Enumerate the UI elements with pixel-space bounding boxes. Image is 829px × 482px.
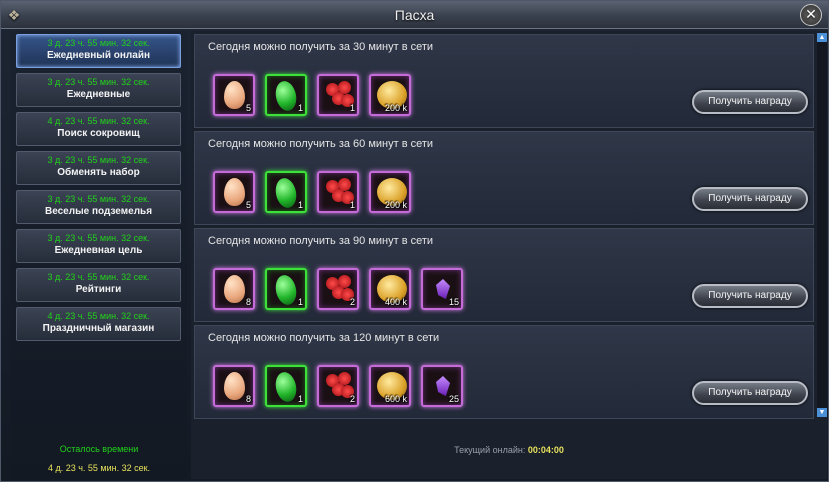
current-online-label: Текущий онлайн: <box>454 445 526 455</box>
event-window: ❖ Пасха ✕ 3 д. 23 ч. 55 мин. 32 сек. Еже… <box>0 0 829 482</box>
item-count: 2 <box>349 394 355 404</box>
crystal-icon <box>436 279 450 299</box>
reward-item-crystal[interactable]: 15 <box>421 268 463 310</box>
reward-row: Сегодня можно получить за 120 минут в се… <box>194 325 814 419</box>
egg-icon <box>224 372 245 400</box>
claim-reward-button[interactable]: Получить награду <box>692 90 808 114</box>
reward-item-egg[interactable]: 8 <box>213 365 255 407</box>
item-count: 1 <box>297 103 303 113</box>
time-remaining-value: 4 д. 23 ч. 55 мин. 32 сек. <box>47 463 151 473</box>
item-count: 2 <box>349 297 355 307</box>
sidebar-item-exchange-set[interactable]: 3 д. 23 ч. 55 мин. 32 сек. Обменять набо… <box>16 151 181 185</box>
reward-item-roses[interactable]: 1 <box>317 74 359 116</box>
item-count: 1 <box>349 200 355 210</box>
window-title: Пасха <box>394 7 435 23</box>
reward-item-emerald[interactable]: 1 <box>265 171 307 213</box>
sidebar-item-label: Праздничный магазин <box>42 323 155 334</box>
reward-item-egg[interactable]: 8 <box>213 268 255 310</box>
reward-row-title: Сегодня можно получить за 90 минут в сет… <box>208 235 434 247</box>
scroll-down-icon[interactable]: ▼ <box>817 408 827 417</box>
reward-item-egg[interactable]: 5 <box>213 171 255 213</box>
current-online-value: 00:04:00 <box>527 445 564 455</box>
item-count: 200 k <box>384 200 407 210</box>
item-count: 8 <box>245 297 251 307</box>
reward-row: Сегодня можно получить за 30 минут в сет… <box>194 34 814 128</box>
claim-reward-button[interactable]: Получить награду <box>692 381 808 405</box>
claim-reward-button[interactable]: Получить награду <box>692 187 808 211</box>
egg-icon <box>224 81 245 109</box>
sidebar-item-label: Веселые подземелья <box>44 206 153 217</box>
reward-item-roses[interactable]: 1 <box>317 171 359 213</box>
sidebar-item-label: Поиск сокровищ <box>57 128 140 139</box>
sidebar-item-label: Рейтинги <box>75 284 122 295</box>
reward-item-roses[interactable]: 2 <box>317 365 359 407</box>
item-count: 1 <box>297 297 303 307</box>
item-count: 1 <box>297 394 303 404</box>
scroll-up-icon[interactable]: ▲ <box>817 33 827 42</box>
item-count: 1 <box>349 103 355 113</box>
rewards-panel: Сегодня можно получить за 30 минут в сет… <box>191 31 827 479</box>
reward-item-egg[interactable]: 5 <box>213 74 255 116</box>
sidebar-item-ratings[interactable]: 3 д. 23 ч. 55 мин. 32 сек. Рейтинги <box>16 268 181 302</box>
reward-item-gold[interactable]: 600 k <box>369 365 411 407</box>
sidebar-item-timer: 4 д. 23 ч. 55 мин. 32 сек. <box>47 311 150 321</box>
sidebar-item-holiday-shop[interactable]: 4 д. 23 ч. 55 мин. 32 сек. Праздничный м… <box>16 307 181 341</box>
time-remaining-label: Осталось времени <box>59 444 139 454</box>
reward-row-title: Сегодня можно получить за 120 минут в се… <box>208 332 440 344</box>
sidebar-item-timer: 3 д. 23 ч. 55 мин. 32 сек. <box>47 77 150 87</box>
item-count: 15 <box>448 297 459 307</box>
emerald-icon <box>273 176 299 210</box>
sidebar-item-fun-dungeons[interactable]: 3 д. 23 ч. 55 мин. 32 сек. Веселые подзе… <box>16 190 181 224</box>
reward-item-roses[interactable]: 2 <box>317 268 359 310</box>
sidebar-item-daily-online[interactable]: 3 д. 23 ч. 55 мин. 32 сек. Ежедневный он… <box>16 34 181 68</box>
ornament-icon: ❖ <box>7 7 21 23</box>
egg-icon <box>224 178 245 206</box>
claim-reward-button[interactable]: Получить награду <box>692 284 808 308</box>
sidebar-item-daily-goal[interactable]: 3 д. 23 ч. 55 мин. 32 сек. Ежедневная це… <box>16 229 181 263</box>
sidebar-item-label: Ежедневные <box>66 89 131 100</box>
sidebar-item-label: Обменять набор <box>57 167 140 178</box>
emerald-icon <box>273 370 299 404</box>
current-online: Текущий онлайн: 00:04:00 <box>191 445 827 455</box>
reward-row: Сегодня можно получить за 90 минут в сет… <box>194 228 814 322</box>
title-bar[interactable]: ❖ Пасха ✕ <box>1 1 828 29</box>
reward-row-title: Сегодня можно получить за 60 минут в сет… <box>208 138 434 150</box>
reward-item-emerald[interactable]: 1 <box>265 268 307 310</box>
sidebar-item-timer: 3 д. 23 ч. 55 мин. 32 сек. <box>47 194 150 204</box>
crystal-icon <box>436 376 450 396</box>
reward-item-crystal[interactable]: 25 <box>421 365 463 407</box>
sidebar-item-timer: 4 д. 23 ч. 55 мин. 32 сек. <box>47 116 150 126</box>
reward-item-gold[interactable]: 200 k <box>369 171 411 213</box>
item-count: 400 k <box>384 297 407 307</box>
egg-icon <box>224 275 245 303</box>
close-icon: ✕ <box>805 6 817 22</box>
reward-item-gold[interactable]: 400 k <box>369 268 411 310</box>
item-count: 600 k <box>384 394 407 404</box>
item-count: 25 <box>448 394 459 404</box>
sidebar-item-label: Ежедневный онлайн <box>46 50 151 61</box>
sidebar-item-timer: 3 д. 23 ч. 55 мин. 32 сек. <box>47 272 150 282</box>
reward-item-emerald[interactable]: 1 <box>265 74 307 116</box>
item-count: 5 <box>245 103 251 113</box>
sidebar: 3 д. 23 ч. 55 мин. 32 сек. Ежедневный он… <box>11 31 187 479</box>
reward-item-gold[interactable]: 200 k <box>369 74 411 116</box>
sidebar-item-label: Ежедневная цель <box>54 245 143 256</box>
item-count: 200 k <box>384 103 407 113</box>
item-count: 8 <box>245 394 251 404</box>
sidebar-item-timer: 3 д. 23 ч. 55 мин. 32 сек. <box>47 155 150 165</box>
sidebar-item-timer: 3 д. 23 ч. 55 мин. 32 сек. <box>47 38 150 48</box>
emerald-icon <box>273 79 299 113</box>
sidebar-item-treasure-hunt[interactable]: 4 д. 23 ч. 55 мин. 32 сек. Поиск сокрови… <box>16 112 181 146</box>
scrollbar[interactable]: ▲ ▼ <box>817 33 827 417</box>
reward-item-emerald[interactable]: 1 <box>265 365 307 407</box>
item-count: 1 <box>297 200 303 210</box>
sidebar-item-timer: 3 д. 23 ч. 55 мин. 32 сек. <box>47 233 150 243</box>
emerald-icon <box>273 273 299 307</box>
reward-row: Сегодня можно получить за 60 минут в сет… <box>194 131 814 225</box>
reward-row-title: Сегодня можно получить за 30 минут в сет… <box>208 41 434 53</box>
item-count: 5 <box>245 200 251 210</box>
close-button[interactable]: ✕ <box>800 4 822 26</box>
sidebar-item-dailies[interactable]: 3 д. 23 ч. 55 мин. 32 сек. Ежедневные <box>16 73 181 107</box>
